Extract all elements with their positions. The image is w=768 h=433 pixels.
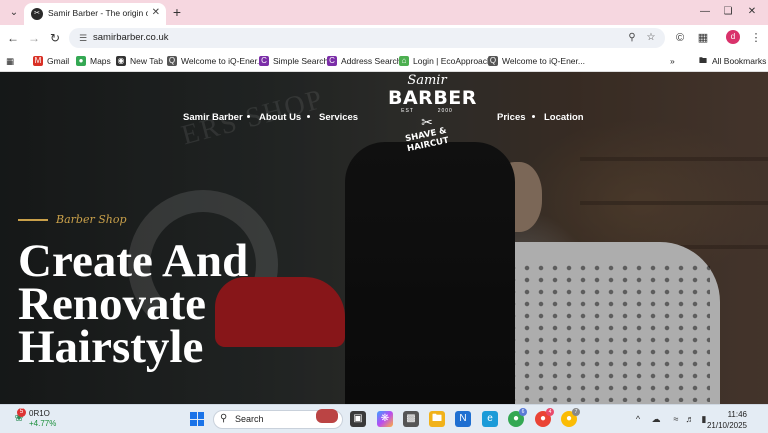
widget-badge: 5 [17,408,26,417]
windows-taskbar: ❀ 5 0R1O +4.77% ⚲ Search ▣ ❋ ▩ 🖿 N e ● 6… [0,404,768,433]
tray-overflow-chevron-icon[interactable]: ^ [632,413,644,425]
nav-prices[interactable]: Prices [497,112,526,123]
logo-est-left: EST [401,108,414,114]
bookmark-label: Welcome to iQ-Ener... [181,56,264,66]
ticker-name: 0R1O [29,409,50,418]
terminal-icon[interactable]: ▩ [403,411,419,427]
bookmark-label: Login | EcoApproach [413,56,492,66]
hero-headline: Create And Renovate Hairstyle [18,235,249,373]
bookmark-label: Gmail [47,56,70,66]
chrome-badge: 6 [519,408,527,416]
bookmark-label: Welcome to iQ-Ener... [502,56,585,66]
stock-ticker[interactable]: 0R1O +4.77% [29,409,56,429]
ticker-change: +4.77% [29,419,57,428]
cloud-icon[interactable]: ☁ [650,413,662,425]
browser-tab-active[interactable]: ✂ Samir Barber - The origin of Ha ✕ [24,3,166,25]
tab-title: Samir Barber - The origin of Ha [48,8,148,18]
url-text[interactable]: samirbarber.co.uk [93,32,169,43]
logo-est-right: 2000 [437,108,453,114]
all-bookmarks-label: All Bookmarks [712,56,767,66]
bookmark-label: Simple Search [273,56,329,66]
bookmark-iq-energy-2[interactable]: Q Welcome to iQ-Ener... [488,54,585,68]
bookmark-label: New Tab [130,56,163,66]
bookmark-simple-search[interactable]: C Simple Search [259,54,328,68]
search-icon: ⚲ [220,413,228,424]
chrome-alt-badge: 7 [572,408,580,416]
copilot-icon[interactable]: ❋ [377,411,393,427]
taskbar-search-placeholder: Search [235,414,264,424]
new-tab-plus-icon[interactable]: + [169,3,185,21]
tagline-text: Barber Shop [56,213,127,226]
clock-date: 21/10/2025 [706,421,747,430]
house-icon: ⌂ [399,56,409,66]
bookmark-label: Address Search [341,56,402,66]
browser-menu-icon[interactable]: ⋮ [748,30,764,46]
reload-icon[interactable]: ↻ [47,30,63,46]
headline-line-2: Renovate [18,278,206,330]
chrome-profile-badge: 4 [546,408,554,416]
headline-line-3: Hairstyle [18,321,204,373]
nav-samir-barber[interactable]: Samir Barber [183,112,243,123]
bookmark-ecoapproach[interactable]: ⌂ Login | EcoApproach [399,54,492,68]
wifi-icon[interactable]: ≈ [670,413,682,425]
bookmark-new-tab[interactable]: ◉ New Tab [116,54,163,68]
bookmark-address-search[interactable]: C Address Search [327,54,401,68]
task-view-icon[interactable]: ▣ [350,411,366,427]
iq-icon: Q [488,56,498,66]
all-bookmarks[interactable]: 🖿 All Bookmarks [698,54,766,68]
folder-icon: 🖿 [699,56,707,65]
address-bar[interactable]: ☰ samirbarber.co.uk ⚲ ☆ [69,28,665,48]
bookmark-star-icon[interactable]: ☆ [644,31,658,45]
restore-icon[interactable]: ❏ [720,5,736,19]
file-explorer-icon[interactable]: 🖿 [429,411,445,427]
edge-icon[interactable]: e [482,411,498,427]
apps-grid-icon[interactable]: ▦ [6,54,14,68]
forward-arrow-icon[interactable]: → [26,30,42,46]
nav-separator [307,115,310,118]
extensions-puzzle-icon[interactable]: ▦ [695,30,711,46]
close-window-icon[interactable]: ✕ [744,5,760,19]
zoom-search-icon[interactable]: ⚲ [625,31,639,45]
nav-separator [247,115,250,118]
maps-icon: ● [76,56,86,66]
hero-tagline: Barber Shop [18,213,127,226]
bookmark-gmail[interactable]: M Gmail [33,54,69,68]
clock-time: 11:46 [727,410,747,419]
site-info-icon[interactable]: ☰ [77,32,89,44]
nav-location[interactable]: Location [544,112,584,123]
minimize-icon[interactable]: — [697,5,713,19]
c-icon: C [259,56,269,66]
bookmark-iq-energy[interactable]: Q Welcome to iQ-Ener... [167,54,264,68]
n-app-icon[interactable]: N [455,411,471,427]
bookmark-maps[interactable]: ● Maps [76,54,111,68]
nav-separator [532,115,535,118]
profile-avatar[interactable]: d [726,30,740,44]
bookmarks-bar: ▦ M Gmail ● Maps ◉ New Tab Q Welcome to … [0,50,768,72]
hero-section: ERS SHOP Samir Barber About Us Services … [0,72,768,404]
c-icon: C [327,56,337,66]
iq-icon: Q [167,56,177,66]
search-highlight-icon[interactable] [316,409,338,423]
volume-icon[interactable]: ♬ [684,413,696,425]
site-favicon-icon: ✂ [31,8,43,20]
logo-main-text: BARBER [388,87,477,109]
headline-line-1: Create And [18,235,249,287]
gmail-icon: M [33,56,43,66]
tab-search-chevron-icon[interactable]: ⌄ [6,5,22,21]
close-tab-icon[interactable]: ✕ [152,7,160,18]
site-logo[interactable]: Samir BARBER EST 2000 ✂ SHAVE & HAIRCUT [388,73,477,166]
windows-start-icon[interactable] [190,412,204,426]
browser-toolbar: ← → ↻ ☰ samirbarber.co.uk ⚲ ☆ © ▦ d ⋮ [0,25,768,50]
globe-icon: ◉ [116,56,126,66]
bookmark-label: Maps [90,56,111,66]
back-arrow-icon[interactable]: ← [5,30,21,46]
nav-about-us[interactable]: About Us [259,112,301,123]
tagline-rule [18,218,48,221]
extension-c-icon[interactable]: © [672,30,688,46]
system-clock[interactable]: 11:46 21/10/2025 [701,409,747,431]
logo-script-text: Samir [407,73,447,88]
more-bookmarks-chevron-icon[interactable]: » [670,54,675,68]
nav-services[interactable]: Services [319,112,358,123]
browser-tab-bar: ⌄ ✂ Samir Barber - The origin of Ha ✕ + … [0,0,768,25]
